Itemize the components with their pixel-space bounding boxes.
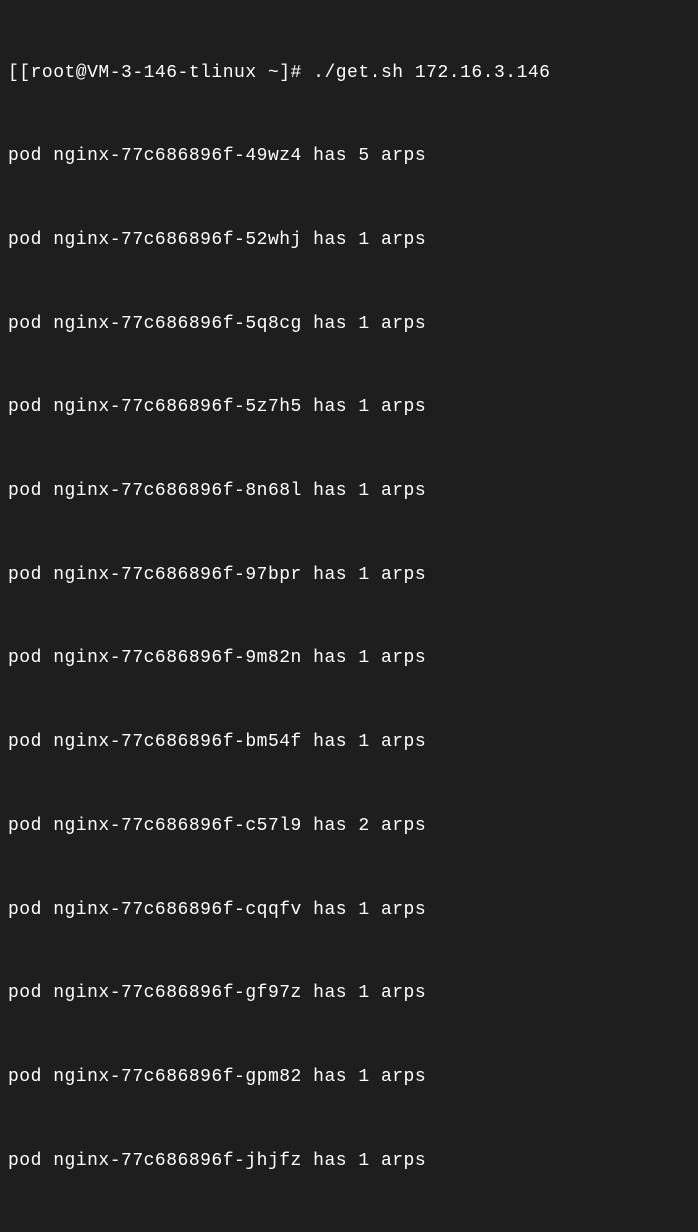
output-line: pod nginx-77c686896f-97bpr has 1 arps <box>8 562 690 590</box>
output-line: pod nginx-77c686896f-8n68l has 1 arps <box>8 478 690 506</box>
output-line: pod nginx-77c686896f-md6cc has 1 arps <box>8 1231 690 1232</box>
output-line: pod nginx-77c686896f-9m82n has 1 arps <box>8 645 690 673</box>
output-line: pod nginx-77c686896f-49wz4 has 5 arps <box>8 143 690 171</box>
output-line: pod nginx-77c686896f-c57l9 has 2 arps <box>8 813 690 841</box>
command-prompt-line: [[root@VM-3-146-tlinux ~]# ./get.sh 172.… <box>8 60 690 88</box>
output-line: pod nginx-77c686896f-5q8cg has 1 arps <box>8 311 690 339</box>
output-line: pod nginx-77c686896f-jhjfz has 1 arps <box>8 1148 690 1176</box>
output-line: pod nginx-77c686896f-52whj has 1 arps <box>8 227 690 255</box>
output-line: pod nginx-77c686896f-gpm82 has 1 arps <box>8 1064 690 1092</box>
terminal-output: [[root@VM-3-146-tlinux ~]# ./get.sh 172.… <box>8 4 690 1232</box>
output-line: pod nginx-77c686896f-cqqfv has 1 arps <box>8 897 690 925</box>
output-line: pod nginx-77c686896f-bm54f has 1 arps <box>8 729 690 757</box>
output-line: pod nginx-77c686896f-5z7h5 has 1 arps <box>8 394 690 422</box>
output-line: pod nginx-77c686896f-gf97z has 1 arps <box>8 980 690 1008</box>
